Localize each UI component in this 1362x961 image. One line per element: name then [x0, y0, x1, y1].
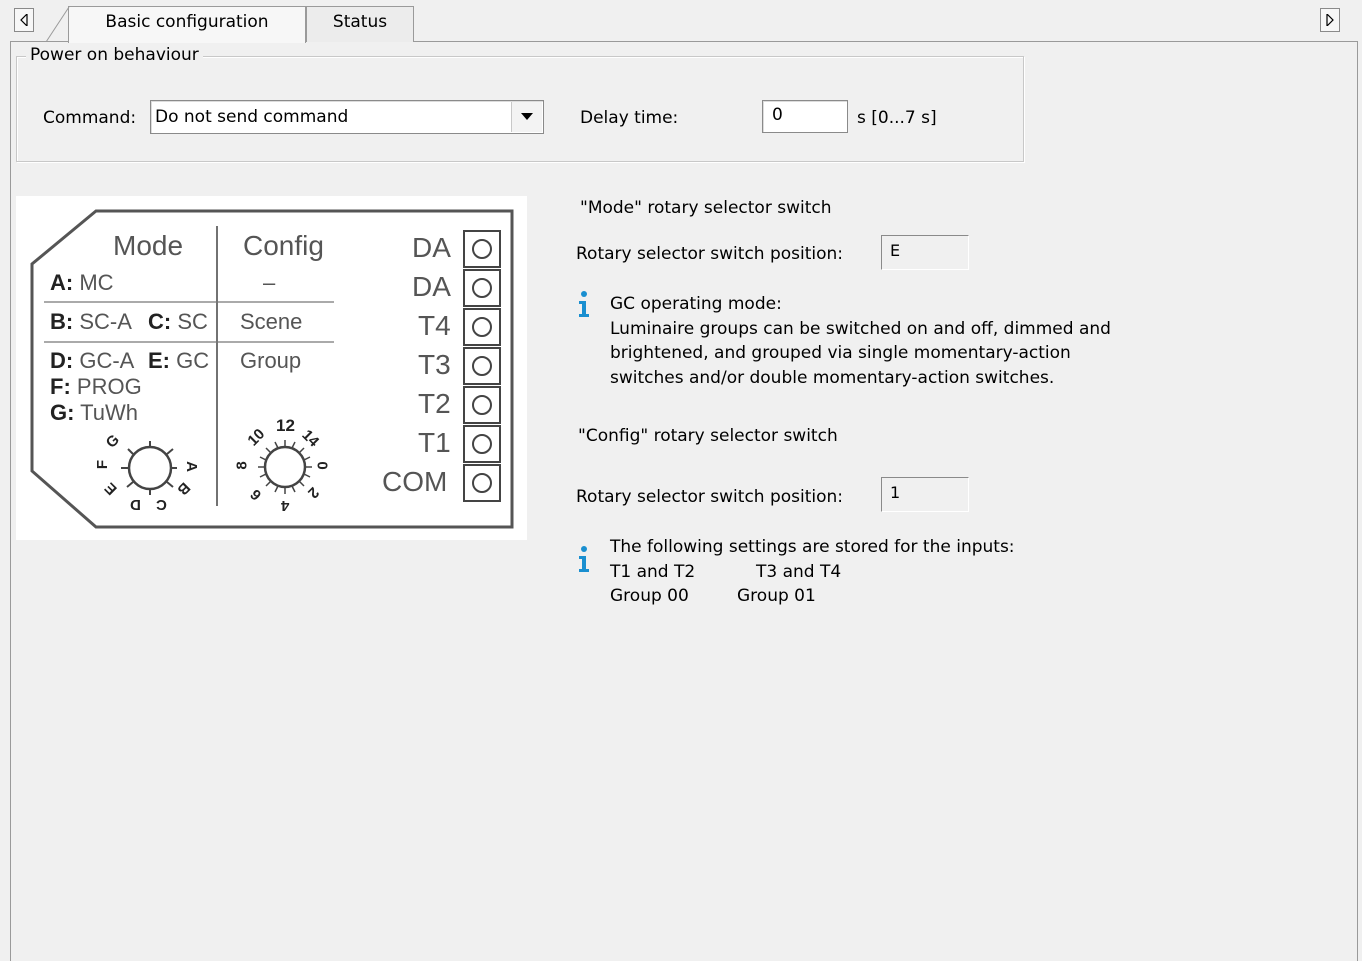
config-dial-number: 0: [313, 461, 331, 470]
delay-time-label: Delay time:: [580, 108, 679, 128]
config-row-none: –: [263, 270, 276, 295]
delay-time-input[interactable]: 0: [762, 100, 848, 133]
mode-row-b: B: SC-A: [50, 309, 132, 334]
terminal-label: COM: [382, 466, 448, 497]
command-value: Do not send command: [155, 107, 349, 127]
mode-position-label: Rotary selector switch position:: [576, 244, 844, 264]
terminal-screw-icon: [463, 230, 501, 268]
config-row-scene: Scene: [240, 309, 303, 334]
config-header: Config: [243, 230, 324, 261]
power-on-group-title: Power on behaviour: [26, 45, 203, 65]
command-label: Command:: [43, 108, 137, 128]
mode-dial-letter: A: [182, 461, 200, 472]
terminal-screw-icon: [463, 347, 501, 385]
info-icon: [579, 291, 589, 317]
mode-header: Mode: [113, 230, 184, 261]
config-position-label: Rotary selector switch position:: [576, 487, 844, 507]
mode-row-a: A: MC: [50, 270, 114, 295]
config-info-title: The following settings are stored for th…: [610, 537, 1015, 557]
mode-row-d: D: GC-A: [50, 348, 135, 373]
tab-status[interactable]: Status: [306, 6, 414, 42]
terminal-label: T1: [418, 427, 451, 458]
scroll-left-button[interactable]: [14, 8, 34, 32]
mode-info-title: GC operating mode:: [610, 294, 782, 314]
terminal-screw-icon: [463, 308, 501, 346]
mode-position-value: E: [881, 235, 969, 270]
scroll-right-button[interactable]: [1320, 8, 1340, 32]
terminal-label: T3: [418, 349, 451, 380]
mode-switch-heading: "Mode" rotary selector switch: [580, 198, 832, 218]
mode-row-g: G: TuWh: [50, 400, 139, 425]
config-switch-heading: "Config" rotary selector switch: [578, 426, 838, 446]
tab-basic-configuration[interactable]: Basic configuration: [68, 6, 306, 43]
command-dropdown-button[interactable]: [511, 102, 542, 132]
mode-dial-letter: C: [156, 496, 167, 513]
terminal-screw-icon: [463, 425, 501, 463]
mode-dial-letter: F: [94, 459, 112, 470]
mode-info-line: switches and/or double momentary-action …: [610, 367, 1055, 388]
mode-row-e: E: GC: [148, 348, 210, 373]
terminal-screw-icon: [463, 269, 501, 307]
mode-row-f: F: PROG: [50, 374, 142, 399]
terminal-label: T4: [418, 310, 451, 341]
config-dial-number: 12: [276, 416, 295, 435]
config-dial-number: 8: [233, 461, 251, 470]
config-info-col2-head: T3 and T4: [756, 562, 842, 582]
terminal-screw-icon: [463, 464, 501, 502]
tab-slant: [46, 6, 70, 42]
terminal-screw-icon: [463, 386, 501, 424]
config-info-col1-head: T1 and T2: [610, 562, 696, 582]
mode-info-text: GC operating mode: Luminaire groups can …: [610, 292, 1111, 390]
config-info-col2-value: Group 01: [737, 586, 816, 606]
config-position-value: 1: [881, 477, 969, 512]
mode-info-line: Luminaire groups can be switched on and …: [610, 318, 1111, 339]
delay-time-unit: s [0...7 s]: [857, 108, 937, 128]
terminal-label: DA: [412, 271, 451, 302]
dropdown-arrow-icon: [521, 113, 533, 120]
info-icon: [579, 546, 589, 572]
terminal-label: DA: [412, 232, 451, 263]
tab-label: Status: [332, 12, 388, 32]
mode-info-line: brightened, and grouped via single momen…: [610, 343, 1071, 363]
scroll-right-icon: [1326, 14, 1334, 26]
mode-dial-letter: D: [130, 496, 141, 513]
terminal-label: T2: [418, 388, 451, 419]
scroll-left-icon: [20, 14, 28, 26]
config-dial-number: 4: [281, 497, 290, 514]
tab-label: Basic configuration: [105, 12, 269, 32]
config-row-group: Group: [240, 348, 302, 373]
config-info-col1-value: Group 00: [610, 586, 689, 606]
mode-row-c: C: SC: [148, 309, 208, 334]
command-select[interactable]: Do not send command: [150, 100, 544, 134]
